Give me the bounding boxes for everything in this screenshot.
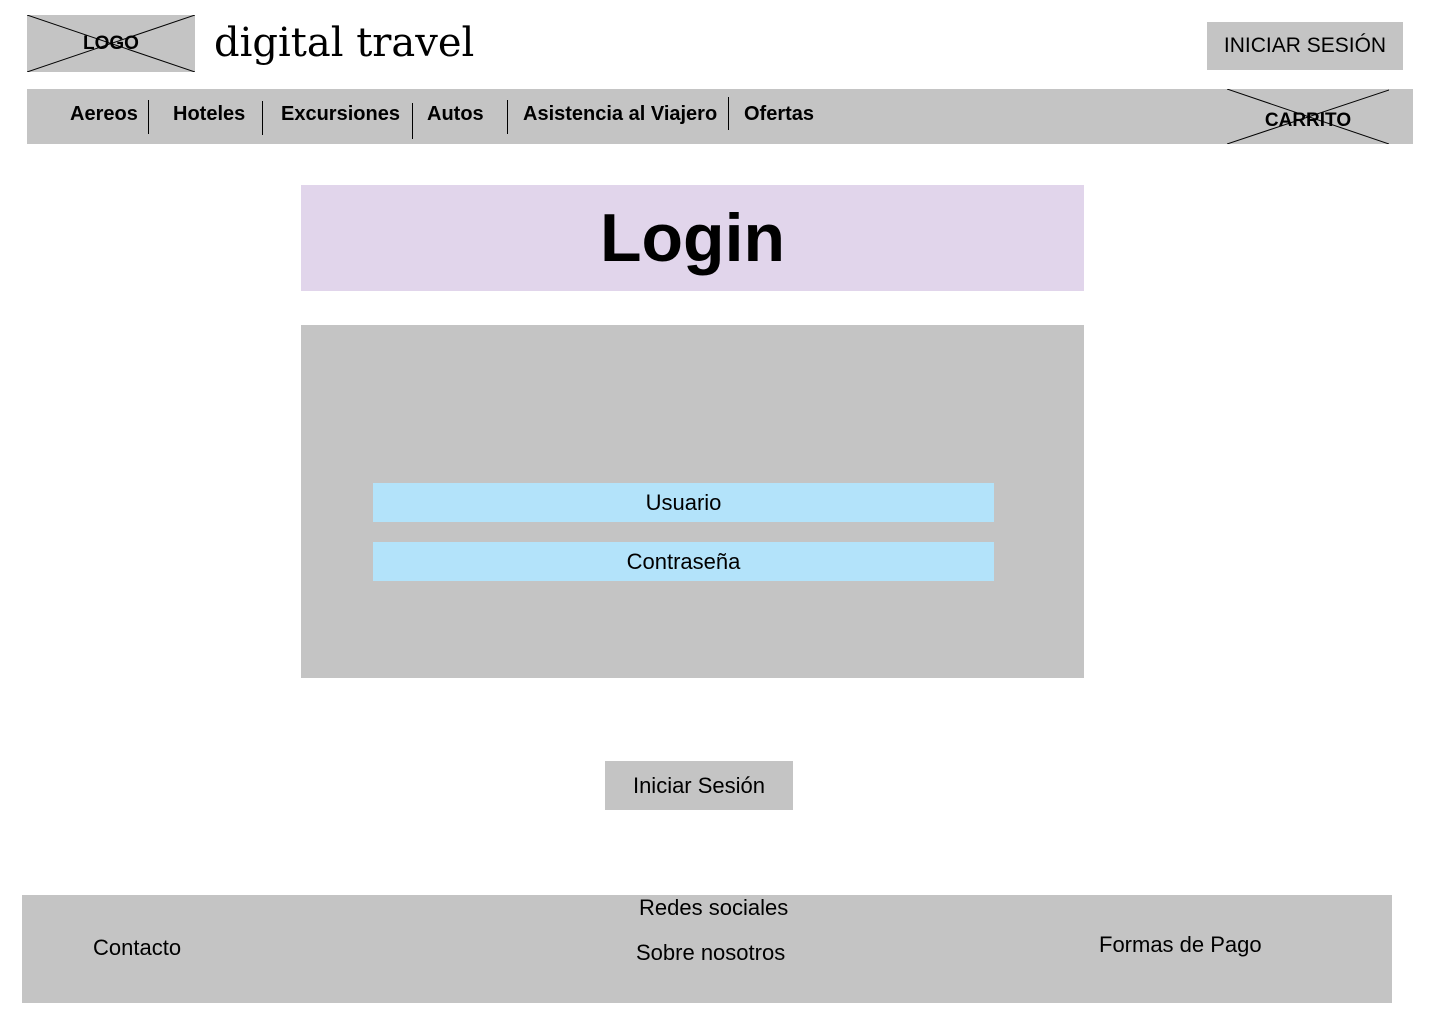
nav-item-excursiones[interactable]: Excursiones	[281, 89, 400, 144]
login-form-panel	[301, 325, 1084, 678]
nav-item-ofertas[interactable]: Ofertas	[744, 89, 814, 144]
page-title: Login	[599, 200, 786, 276]
nav-divider	[148, 100, 149, 134]
cart-button[interactable]: CARRITO	[1227, 89, 1389, 144]
nav-divider	[262, 101, 263, 135]
cart-label: CARRITO	[1264, 109, 1352, 131]
password-input[interactable]	[373, 542, 994, 581]
nav-divider	[507, 100, 508, 134]
nav-item-asistencia[interactable]: Asistencia al Viajero	[523, 89, 717, 144]
nav-item-autos[interactable]: Autos	[427, 89, 484, 144]
footer-link-contact[interactable]: Contacto	[93, 935, 181, 961]
footer: Contacto Redes sociales Sobre nosotros F…	[22, 895, 1392, 1003]
nav-divider	[412, 103, 413, 139]
logo-placeholder[interactable]: LOGO	[27, 15, 195, 72]
username-input[interactable]	[373, 483, 994, 522]
footer-link-about[interactable]: Sobre nosotros	[636, 940, 785, 966]
login-header: Login	[301, 185, 1084, 291]
nav-item-aereos[interactable]: Aereos	[70, 89, 138, 144]
site-title: digital travel	[214, 20, 475, 66]
login-submit-button[interactable]: Iniciar Sesión	[605, 761, 793, 810]
nav-bar: Aereos Hoteles Excursiones Autos Asisten…	[27, 89, 1413, 144]
logo-label: LOGO	[83, 32, 139, 54]
nav-divider	[728, 97, 729, 130]
footer-link-social[interactable]: Redes sociales	[639, 895, 788, 921]
nav-item-hoteles[interactable]: Hoteles	[173, 89, 245, 144]
footer-link-payment[interactable]: Formas de Pago	[1099, 932, 1262, 958]
header-login-button[interactable]: INICIAR SESIÓN	[1207, 22, 1403, 70]
